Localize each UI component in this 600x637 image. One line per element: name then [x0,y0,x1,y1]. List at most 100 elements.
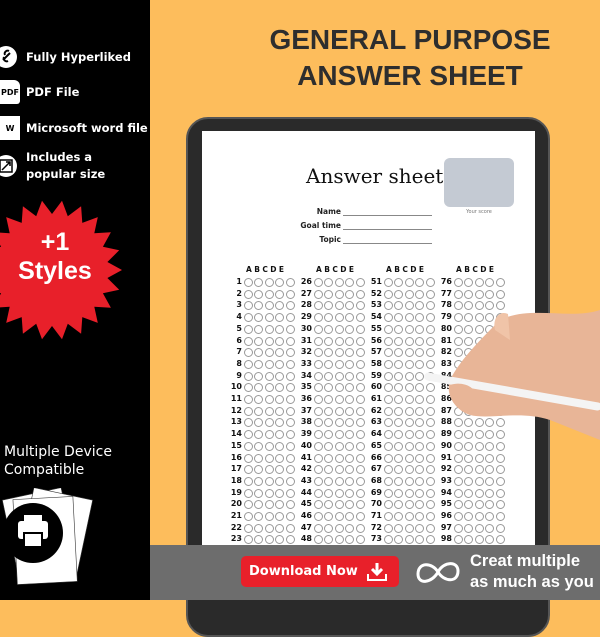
answer-bubble-a[interactable] [314,395,323,404]
answer-bubble-c[interactable] [264,441,274,451]
answer-bubble-c[interactable] [474,289,484,299]
answer-bubble-c[interactable] [404,465,414,475]
answer-bubble-c[interactable] [404,406,414,416]
answer-bubble-a[interactable] [384,395,393,404]
answer-bubble-c[interactable] [404,512,414,521]
answer-bubble-a[interactable] [384,453,393,463]
answer-bubble-c[interactable] [404,289,414,299]
answer-bubble-d[interactable] [275,441,285,451]
answer-bubble-d[interactable] [345,324,355,334]
answer-bubble-d[interactable] [275,324,285,334]
answer-bubble-a[interactable] [384,336,393,346]
answer-bubble-c[interactable] [334,441,344,451]
answer-bubble-a[interactable] [244,371,253,381]
answer-bubble-b[interactable] [254,371,264,381]
answer-bubble-a[interactable] [384,406,393,416]
answer-bubble-a[interactable] [454,278,463,287]
answer-bubble-a[interactable] [454,289,463,299]
answer-bubble-a[interactable] [384,523,393,533]
download-now-button[interactable]: Download Now [241,556,399,587]
answer-bubble-c[interactable] [264,465,274,475]
answer-bubble-a[interactable] [314,476,323,486]
answer-bubble-c[interactable] [264,523,274,533]
answer-bubble-b[interactable] [394,488,404,498]
answer-bubble-c[interactable] [334,523,344,533]
answer-bubble-c[interactable] [264,488,274,498]
answer-bubble-a[interactable] [244,523,253,533]
answer-bubble-a[interactable] [314,488,323,498]
answer-bubble-c[interactable] [334,406,344,416]
answer-bubble-b[interactable] [324,453,334,463]
answer-bubble-c[interactable] [404,278,414,287]
answer-bubble-a[interactable] [314,336,323,346]
answer-bubble-a[interactable] [384,488,393,498]
answer-bubble-a[interactable] [244,289,253,299]
answer-bubble-b[interactable] [394,453,404,463]
answer-bubble-a[interactable] [314,289,323,299]
answer-bubble-c[interactable] [264,278,274,287]
answer-bubble-c[interactable] [264,406,274,416]
answer-bubble-d[interactable] [275,371,285,381]
answer-bubble-c[interactable] [404,523,414,533]
answer-bubble-c[interactable] [404,324,414,334]
answer-bubble-c[interactable] [264,313,274,323]
answer-bubble-c[interactable] [404,476,414,486]
answer-bubble-c[interactable] [404,371,414,381]
answer-bubble-c[interactable] [264,430,274,440]
answer-bubble-a[interactable] [314,324,323,334]
answer-bubble-a[interactable] [384,289,393,299]
answer-bubble-c[interactable] [334,371,344,381]
answer-bubble-b[interactable] [254,336,264,346]
answer-bubble-d[interactable] [485,289,495,299]
answer-bubble-a[interactable] [244,406,253,416]
answer-bubble-c[interactable] [404,488,414,498]
answer-bubble-a[interactable] [314,512,323,521]
answer-bubble-a[interactable] [384,278,393,287]
answer-bubble-c[interactable] [334,488,344,498]
answer-bubble-c[interactable] [334,512,344,521]
answer-bubble-c[interactable] [334,430,344,440]
answer-bubble-c[interactable] [334,324,344,334]
answer-bubble-d[interactable] [345,289,355,299]
answer-bubble-c[interactable] [404,395,414,404]
answer-bubble-a[interactable] [244,336,253,346]
answer-bubble-d[interactable] [345,336,355,346]
answer-bubble-d[interactable] [345,371,355,381]
answer-bubble-e[interactable] [495,289,505,299]
answer-bubble-d[interactable] [275,453,285,463]
answer-bubble-c[interactable] [334,465,344,475]
answer-bubble-c[interactable] [404,441,414,451]
answer-bubble-c[interactable] [264,324,274,334]
answer-bubble-d[interactable] [275,336,285,346]
answer-bubble-d[interactable] [345,488,355,498]
answer-bubble-c[interactable] [264,336,274,346]
answer-bubble-c[interactable] [404,453,414,463]
answer-bubble-c[interactable] [334,395,344,404]
answer-bubble-a[interactable] [314,359,323,369]
answer-bubble-c[interactable] [404,313,414,323]
answer-bubble-a[interactable] [384,476,393,486]
answer-bubble-d[interactable] [345,406,355,416]
answer-bubble-a[interactable] [384,371,393,381]
answer-bubble-d[interactable] [275,289,285,299]
answer-bubble-c[interactable] [334,476,344,486]
answer-bubble-c[interactable] [334,313,344,323]
answer-bubble-c[interactable] [334,289,344,299]
answer-bubble-c[interactable] [264,348,274,358]
answer-bubble-a[interactable] [314,453,323,463]
answer-bubble-d[interactable] [415,289,425,299]
answer-bubble-d[interactable] [275,523,285,533]
answer-bubble-a[interactable] [244,324,253,334]
answer-bubble-c[interactable] [264,395,274,404]
answer-bubble-a[interactable] [244,453,253,463]
answer-bubble-c[interactable] [264,371,274,381]
answer-bubble-a[interactable] [314,406,323,416]
answer-bubble-b[interactable] [324,336,334,346]
answer-bubble-a[interactable] [384,512,393,521]
answer-bubble-c[interactable] [334,278,344,287]
answer-bubble-c[interactable] [264,289,274,299]
answer-bubble-a[interactable] [244,488,253,498]
answer-bubble-c[interactable] [404,336,414,346]
answer-bubble-e[interactable] [495,278,505,287]
answer-bubble-a[interactable] [244,278,253,287]
